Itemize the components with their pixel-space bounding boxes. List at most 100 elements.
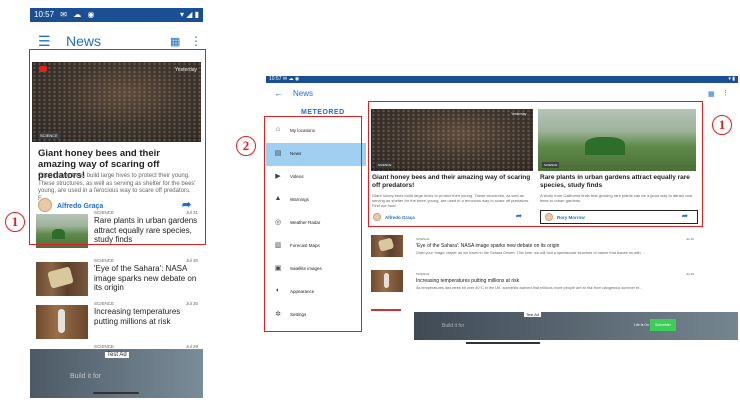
- gesture-bar[interactable]: [93, 392, 139, 394]
- list-date: Jul 30: [186, 301, 199, 306]
- list-thumbnail[interactable]: [36, 305, 88, 339]
- gmail-icon: ✉: [282, 76, 288, 82]
- annotation-callout: 1: [5, 212, 25, 232]
- drawer-item-label: News: [290, 151, 302, 156]
- author-name[interactable]: Alfredo Graça: [57, 203, 103, 210]
- list-thumbnail[interactable]: [36, 214, 88, 248]
- drawer-item-label: Weather Radar: [290, 220, 321, 225]
- drawer-item-forecast-maps[interactable]: ▥ Forecast Maps: [266, 235, 366, 258]
- drawer-item-settings[interactable]: ✲ Settings: [266, 304, 366, 327]
- drawer-item-my-locations[interactable]: ⌂ My locations: [266, 120, 366, 143]
- more-vertical-icon[interactable]: ⋮: [190, 34, 202, 48]
- thumbnail-edge: [371, 309, 401, 311]
- wifi-icon: ▾: [179, 10, 184, 19]
- list-date: Jul 30: [686, 272, 695, 276]
- more-vertical-icon[interactable]: ⋮: [722, 89, 729, 97]
- list-summary: As temperatures last week hit over 40°C …: [416, 286, 643, 290]
- home-icon: ⌂: [275, 126, 281, 133]
- card-image[interactable]: [538, 109, 696, 171]
- annotation-callout: 1: [712, 115, 732, 135]
- drawer-item-label: Settings: [290, 312, 307, 317]
- drawer-item-warnings[interactable]: ▲ Warnings: [266, 189, 366, 212]
- ad-tagline: Life Is On: [634, 323, 649, 327]
- author-avatar: [38, 198, 52, 212]
- list-thumbnail[interactable]: [371, 235, 403, 257]
- share-icon[interactable]: ➦: [516, 212, 522, 220]
- status-bar: 10:57 ✉ ☁ ◉ ▾ ◢ ▮: [30, 8, 203, 22]
- satellite-icon: ▣: [274, 265, 282, 272]
- drawer-item-news[interactable]: ▤ News: [266, 143, 366, 166]
- list-category: SCIENCE: [416, 272, 430, 276]
- list-date: Jul 30: [686, 237, 695, 241]
- list-headline[interactable]: 'Eye of the Sahara': NASA image sparks n…: [94, 264, 200, 293]
- category-tag: SCIENCE: [38, 132, 60, 139]
- drawer-item-satellite-images[interactable]: ▣ Satellite images: [266, 258, 366, 281]
- settings-icon: ✲: [275, 311, 281, 318]
- warning-icon: ▲: [274, 195, 282, 202]
- gmail-icon: ✉: [60, 10, 67, 19]
- map-icon: ▥: [274, 242, 282, 249]
- card-time: Yesterday: [511, 112, 527, 116]
- category-tag: SCIENCE: [542, 162, 560, 168]
- author-name[interactable]: Alfredo Graça: [385, 215, 415, 220]
- ad-label: Test Ad: [524, 312, 542, 317]
- grid-icon[interactable]: ▦: [708, 90, 715, 98]
- drawer-item-label: Forecast Maps: [290, 243, 320, 248]
- share-icon[interactable]: ➦: [682, 212, 688, 220]
- navigation-drawer: METEORED ⌂ My locations ▤ News ▶ Videos …: [266, 105, 366, 348]
- category-tag: SCIENCE: [376, 162, 394, 168]
- list-headline[interactable]: Increasing temperatures putting millions…: [416, 278, 519, 284]
- drawer-item-weather-radar[interactable]: ◎ Weather Radar: [266, 212, 366, 235]
- featured-time: Yesterday: [175, 67, 198, 73]
- drawer-item-label: Satellite images: [290, 266, 322, 271]
- list-category: SCIENCE: [94, 258, 115, 263]
- list-date: Jul 31: [186, 210, 199, 215]
- drawer-item-label: Appearance: [290, 289, 315, 294]
- play-icon: ▶: [275, 173, 281, 180]
- drawer-item-videos[interactable]: ▶ Videos: [266, 166, 366, 189]
- gesture-bar[interactable]: [466, 342, 540, 344]
- card-headline[interactable]: Rare plants in urban gardens attract equ…: [540, 174, 698, 189]
- grid-icon[interactable]: ▦: [170, 35, 180, 48]
- page-title: News: [66, 33, 102, 49]
- list-category: SCIENCE: [416, 237, 430, 241]
- drawer-item-label: Warnings: [290, 197, 309, 202]
- drawer-item-appearance[interactable]: ◐ Appearance: [266, 281, 366, 304]
- app-bar: ☰ News ▦ ⋮: [30, 22, 203, 62]
- list-headline[interactable]: Rare plants in urban gardens attract equ…: [94, 216, 198, 245]
- battery-icon: ▮: [732, 76, 735, 82]
- list-headline[interactable]: 'Eye of the Sahara': NASA image sparks n…: [416, 243, 559, 249]
- news-icon: ▤: [274, 150, 282, 157]
- tablet-screen: 10:57 ✉ ☁ ◉ ▾ ▮ ← News ▦ ⋮ METEORED ⌂ My…: [266, 76, 738, 348]
- hamburger-icon[interactable]: ☰: [38, 34, 51, 48]
- phone-screen: 10:57 ✉ ☁ ◉ ▾ ◢ ▮ ☰ News ▦ ⋮ Yesterday S…: [30, 8, 203, 398]
- card-headline[interactable]: Giant honey bees and their amazing way o…: [372, 174, 532, 189]
- status-time: 10:57: [34, 10, 55, 19]
- featured-summary: Giant honey bees build large hives to pr…: [38, 173, 196, 202]
- ad-brand-logo: Schneider: [650, 319, 676, 331]
- ad-banner[interactable]: Test Ad Build it for: [30, 349, 203, 398]
- circle-app-icon: ◉: [294, 76, 300, 82]
- status-time: 10:57: [269, 76, 282, 82]
- ad-text: Build it for: [442, 323, 465, 329]
- list-category: SCIENCE: [94, 210, 115, 215]
- list-date: Jul 30: [186, 258, 199, 263]
- list-headline[interactable]: Increasing temperatures putting millions…: [94, 307, 200, 326]
- brand-logo: METEORED: [301, 109, 345, 116]
- cloud-icon: ☁: [73, 10, 82, 19]
- circle-app-icon: ◉: [87, 10, 95, 19]
- author-avatar: [545, 213, 553, 221]
- list-category: SCIENCE: [94, 301, 115, 306]
- card-image[interactable]: [371, 109, 533, 171]
- page-title: News: [293, 89, 314, 98]
- radar-icon: ◎: [274, 219, 282, 226]
- ad-banner[interactable]: Test Ad Build it for Life Is On Schneide…: [414, 312, 738, 340]
- author-avatar: [373, 213, 381, 221]
- back-arrow-icon[interactable]: ←: [274, 88, 283, 98]
- drawer-item-label: Videos: [290, 174, 304, 179]
- list-thumbnail[interactable]: [371, 270, 403, 292]
- author-name[interactable]: Rory Morrow: [557, 215, 585, 220]
- list-thumbnail[interactable]: [36, 262, 88, 296]
- ad-label: Test Ad: [105, 352, 129, 358]
- featured-image[interactable]: [32, 62, 201, 142]
